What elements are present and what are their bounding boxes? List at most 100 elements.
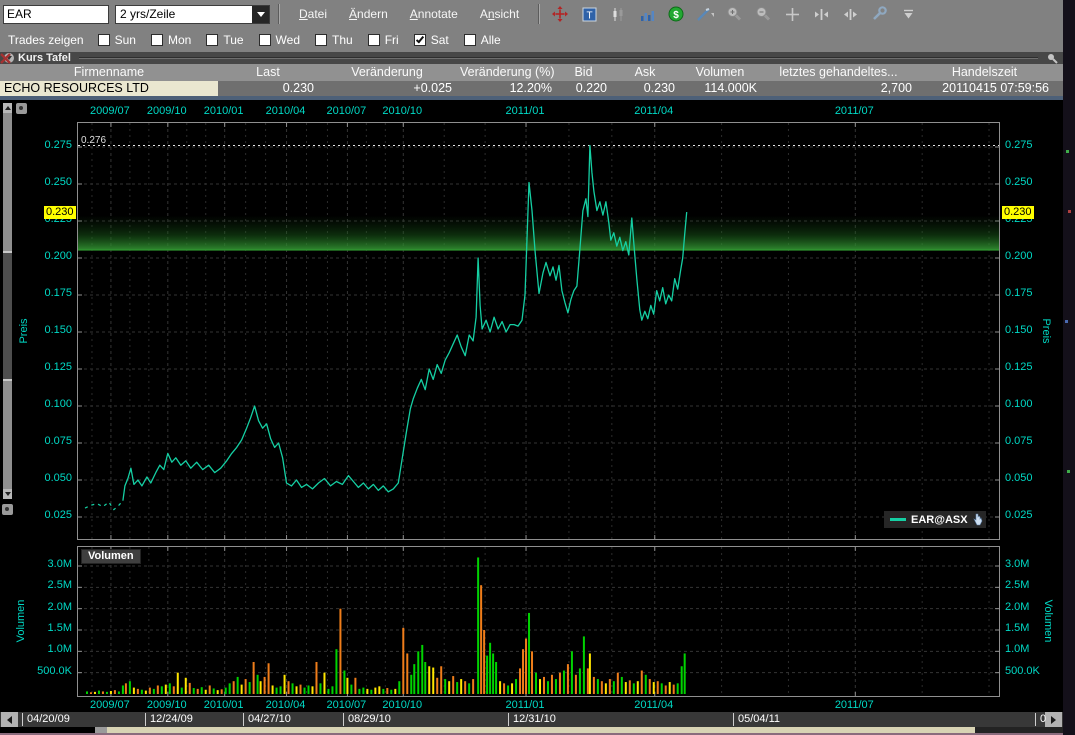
time-label-bottom-8: 2011/07: [828, 699, 880, 711]
series-legend[interactable]: EAR@ASX: [884, 511, 986, 528]
scroll-date-0: 04/20/09: [22, 713, 70, 726]
close-panel-icon[interactable]: [0, 53, 11, 64]
price-tick-label-left-10: 0.025: [0, 509, 72, 521]
checkbox-tue[interactable]: Tue: [206, 33, 243, 47]
cell-value-6: 114.000K: [679, 81, 761, 96]
column-header-4[interactable]: Bid: [556, 64, 611, 81]
scroll-up-icon[interactable]: [3, 103, 12, 113]
thu-checkbox-box[interactable]: [315, 34, 327, 46]
panel-title: Kurs Tafel: [18, 52, 71, 64]
pin-panel-icon[interactable]: [1046, 52, 1058, 64]
price-tick-label-right-9: 0.050: [1005, 472, 1033, 484]
checkbox-thu[interactable]: Thu: [315, 33, 353, 47]
sat-checkbox-box[interactable]: [414, 34, 426, 46]
quote-table-row[interactable]: ECHO RESOURCES LTD0.230+0.02512.20%0.220…: [0, 81, 1063, 96]
volume-tick-label-right-5: 500.0K: [1005, 665, 1040, 677]
candlestick-chart-icon[interactable]: [608, 4, 628, 24]
scroll-date-4: 12/31/10: [508, 713, 556, 726]
checkbox-sun[interactable]: Sun: [98, 33, 136, 47]
fri-checkbox-box[interactable]: [368, 34, 380, 46]
column-header-1[interactable]: Last: [218, 64, 318, 81]
checkbox-sat[interactable]: Sat: [414, 33, 449, 47]
price-chart-canvas[interactable]: [78, 123, 999, 539]
dollar-icon[interactable]: $: [666, 4, 686, 24]
zoom-in-icon[interactable]: [724, 4, 744, 24]
trades-zeigen-label: Trades zeigen: [8, 33, 84, 47]
panel-rule: [79, 57, 1038, 59]
current-price-label-left: 0.230: [44, 206, 76, 219]
time-label-bottom-6: 2011/01: [499, 699, 551, 711]
sun-checkbox-box[interactable]: [98, 34, 110, 46]
price-plot[interactable]: 0.276 EAR@ASX: [77, 122, 1000, 540]
menu-annotate[interactable]: Annotate: [410, 7, 458, 21]
price-tick-label-left-5: 0.150: [0, 324, 72, 336]
expand-horizontal-icon[interactable]: [811, 4, 831, 24]
price-tick-label-left-9: 0.050: [0, 472, 72, 484]
menu-ansicht[interactable]: Ansicht: [480, 7, 519, 21]
checkbox-fri[interactable]: Fri: [368, 33, 399, 47]
scroll-down-icon[interactable]: [3, 489, 12, 499]
current-price-label-right: 0.230: [1002, 206, 1034, 219]
column-header-7[interactable]: letztes gehandeltes...: [761, 64, 916, 81]
period-select[interactable]: 2 yrs/Zeile: [115, 5, 270, 24]
scroll-date-2: 04/27/10: [243, 713, 291, 726]
time-label-bottom-2: 2010/01: [198, 699, 250, 711]
tue-checkbox-label: Tue: [223, 33, 243, 47]
scroll-left-icon[interactable]: [1, 712, 18, 727]
toolbar-separator: [278, 4, 280, 24]
move-tool-icon[interactable]: [550, 4, 570, 24]
volume-tick-label-left-5: 500.0K: [0, 665, 72, 677]
column-header-3[interactable]: Veränderung (%): [456, 64, 556, 81]
sat-checkbox-label: Sat: [431, 33, 449, 47]
series-line-swatch: [890, 518, 906, 521]
price-axis-title-right: Preis: [1040, 318, 1052, 343]
time-label-bottom-1: 2009/10: [141, 699, 193, 711]
column-header-5[interactable]: Ask: [611, 64, 679, 81]
symbol-input[interactable]: [3, 5, 109, 24]
text-tool-icon[interactable]: T: [579, 4, 599, 24]
column-header-2[interactable]: Veränderung: [318, 64, 456, 81]
wed-checkbox-box[interactable]: [259, 34, 271, 46]
time-label-top-7: 2011/04: [628, 105, 680, 117]
volume-tick-label-left-0: 3.0M: [0, 558, 72, 570]
sliver-speck: [1065, 320, 1068, 323]
svg-text:T: T: [586, 10, 592, 21]
time-label-top-4: 2010/07: [320, 105, 372, 117]
menu-datei[interactable]: Datei: [299, 7, 327, 21]
zoom-out-icon[interactable]: [753, 4, 773, 24]
icon-toolbar: T$: [550, 4, 918, 24]
volume-tick-label-right-1: 2.5M: [1005, 579, 1029, 591]
chevron-down-icon[interactable]: [252, 6, 269, 23]
pin-axis-icon[interactable]: [16, 103, 27, 114]
series-symbol-label: EAR@ASX: [911, 514, 968, 526]
volume-tick-label-left-1: 2.5M: [0, 579, 72, 591]
column-header-8[interactable]: Handelszeit: [916, 64, 1053, 81]
volume-plot[interactable]: Volumen: [77, 546, 1000, 697]
scroll-right-icon[interactable]: [1045, 712, 1062, 727]
menu-aendern[interactable]: Ändern: [349, 7, 388, 21]
compress-horizontal-icon[interactable]: [840, 4, 860, 24]
column-header-6[interactable]: Volumen: [679, 64, 761, 81]
scroll-date-3: 08/29/10: [343, 713, 391, 726]
alle-checkbox-box[interactable]: [464, 34, 476, 46]
time-range-scrollbar[interactable]: 04/20/0912/24/0904/27/1008/29/1012/31/10…: [0, 712, 1063, 727]
mini-bar-chart-icon[interactable]: [637, 4, 657, 24]
price-tick-label-left-1: 0.250: [0, 176, 72, 188]
mon-checkbox-box[interactable]: [151, 34, 163, 46]
time-label-top-3: 2010/04: [260, 105, 312, 117]
price-tick-label-left-7: 0.100: [0, 398, 72, 410]
checkbox-alle[interactable]: Alle: [464, 33, 501, 47]
cell-value-7: 2,700: [761, 81, 916, 96]
volume-axis-title-right: Volumen: [1042, 600, 1054, 643]
wrench-icon[interactable]: [869, 4, 889, 24]
filter-dropdown-icon[interactable]: [898, 4, 918, 24]
column-header-0[interactable]: Firmenname: [0, 64, 218, 81]
checkbox-wed[interactable]: Wed: [259, 33, 300, 47]
crosshair-icon[interactable]: [782, 4, 802, 24]
price-tick-label-right-0: 0.275: [1005, 139, 1033, 151]
trendline-tool-icon[interactable]: [695, 4, 715, 24]
tue-checkbox-box[interactable]: [206, 34, 218, 46]
volume-chart-canvas[interactable]: [78, 547, 999, 696]
alle-checkbox-label: Alle: [481, 33, 501, 47]
checkbox-mon[interactable]: Mon: [151, 33, 191, 47]
